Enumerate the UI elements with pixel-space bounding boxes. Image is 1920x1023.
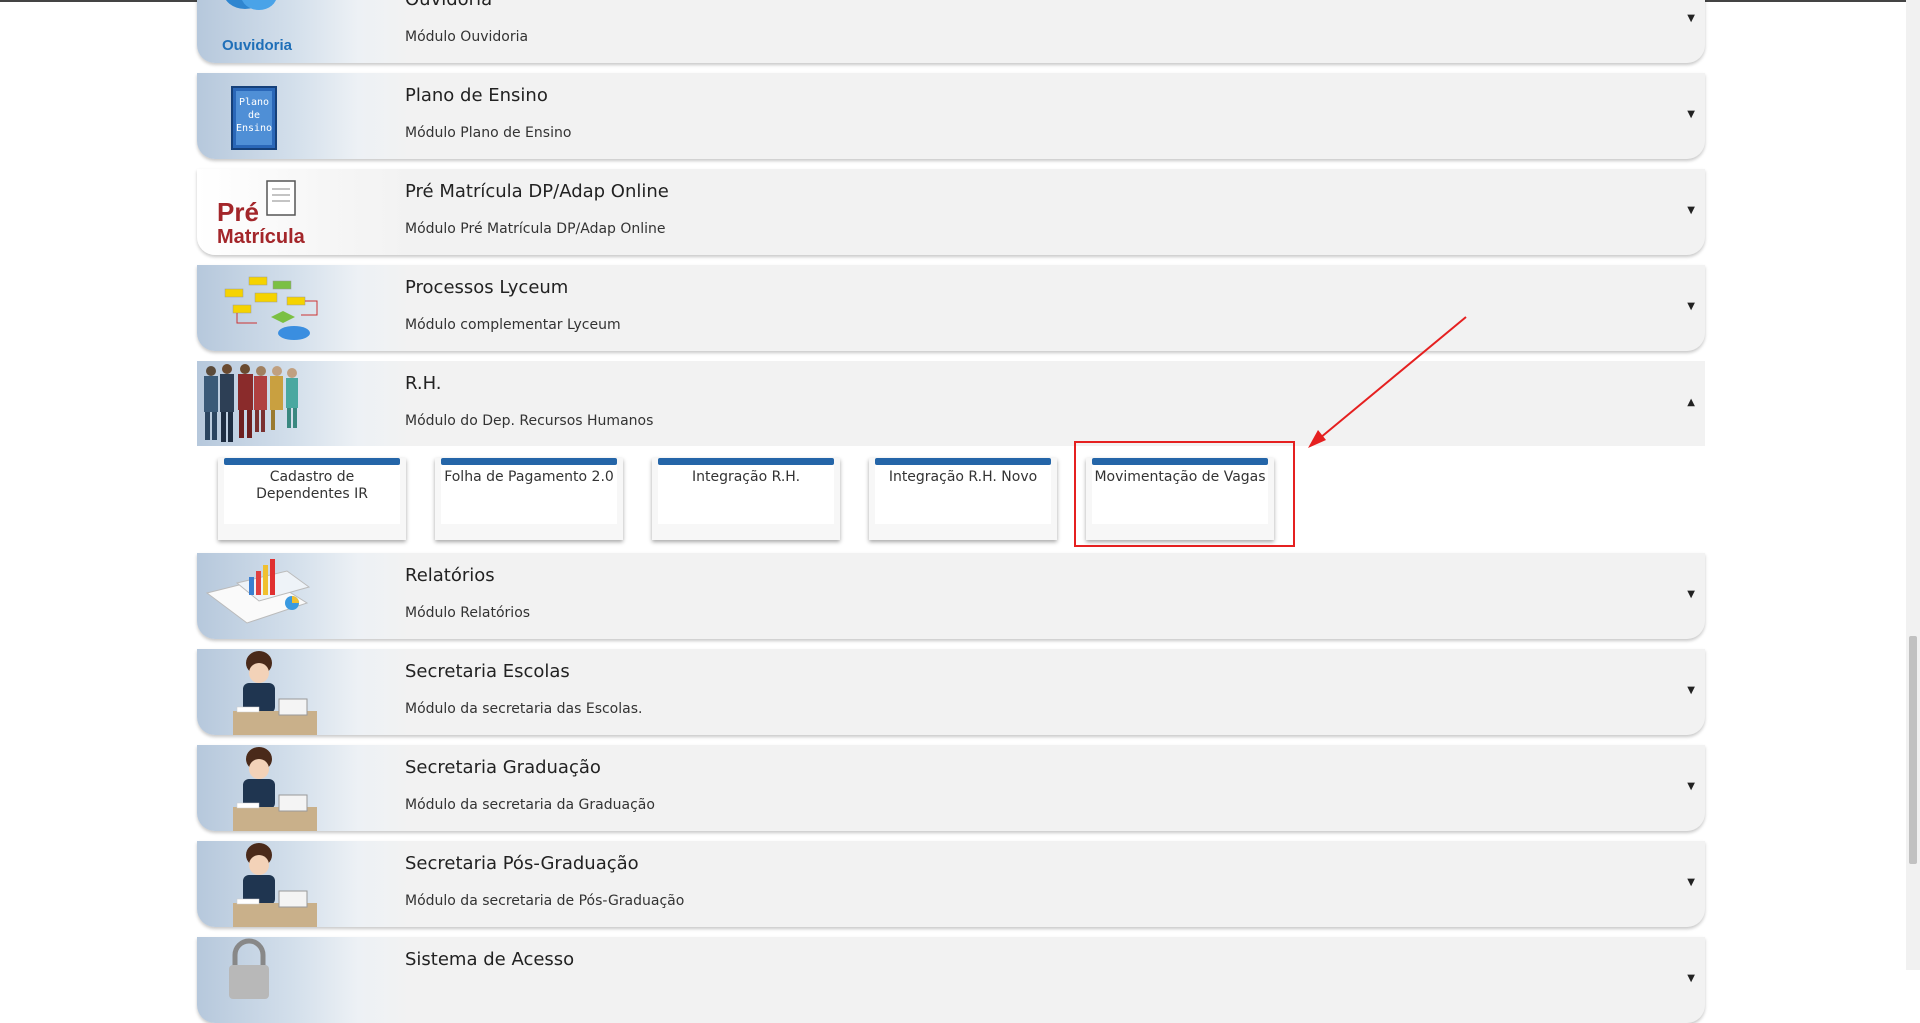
submodule-label: Integração R.H. Novo bbox=[888, 469, 1038, 485]
card-header-bar bbox=[875, 458, 1051, 465]
secretary-icon bbox=[197, 841, 412, 927]
svg-text:de: de bbox=[248, 110, 260, 121]
module-secretaria-escolas[interactable]: Secretaria Escolas Módulo da secretaria … bbox=[197, 649, 1705, 735]
module-title: Sistema de Acesso bbox=[405, 949, 575, 970]
module-description: Módulo Pré Matrícula DP/Adap Online bbox=[405, 221, 666, 237]
submodule-label: Cadastro de Dependentes IR bbox=[256, 469, 368, 502]
svg-text:Pré: Pré bbox=[217, 197, 259, 227]
ouvidoria-icon: Ouvidoria bbox=[197, 0, 412, 63]
rh-submodule-panel: Cadastro de Dependentes IR Folha de Paga… bbox=[197, 446, 1705, 552]
module-secretaria-graduacao[interactable]: Secretaria Graduação Módulo da secretari… bbox=[197, 745, 1705, 831]
people-icon bbox=[197, 361, 412, 447]
module-description: Módulo complementar Lyceum bbox=[405, 317, 621, 333]
submodule-card-integracao-rh[interactable]: Integração R.H. bbox=[652, 458, 840, 540]
module-rh[interactable]: R.H. Módulo do Dep. Recursos Humanos ▲ bbox=[197, 361, 1705, 447]
vertical-scrollbar[interactable] bbox=[1906, 0, 1920, 970]
chevron-down-icon[interactable]: ▼ bbox=[1687, 781, 1695, 792]
svg-text:Ensino: Ensino bbox=[236, 123, 272, 134]
module-description: Módulo da secretaria das Escolas. bbox=[405, 701, 643, 717]
module-relatorios[interactable]: Relatórios Módulo Relatórios ▼ bbox=[197, 553, 1705, 639]
reports-icon bbox=[197, 553, 412, 639]
chevron-down-icon[interactable]: ▼ bbox=[1687, 205, 1695, 216]
lock-icon bbox=[197, 937, 412, 1023]
scrollbar-thumb[interactable] bbox=[1909, 636, 1917, 864]
card-header-bar bbox=[441, 458, 617, 465]
module-secretaria-pos-graduacao[interactable]: Secretaria Pós-Graduação Módulo da secre… bbox=[197, 841, 1705, 927]
module-title: Secretaria Pós-Graduação bbox=[405, 853, 639, 874]
module-processos-lyceum[interactable]: Processos Lyceum Módulo complementar Lyc… bbox=[197, 265, 1705, 351]
submodule-card-folha-de-pagamento[interactable]: Folha de Pagamento 2.0 bbox=[435, 458, 623, 540]
secretary-icon bbox=[197, 745, 412, 831]
module-sistema-de-acesso[interactable]: Sistema de Acesso ▼ bbox=[197, 937, 1705, 1023]
module-description: Módulo Relatórios bbox=[405, 605, 531, 621]
chevron-down-icon[interactable]: ▼ bbox=[1687, 301, 1695, 312]
module-title: Relatórios bbox=[405, 565, 495, 586]
secretary-icon bbox=[197, 649, 412, 735]
chevron-down-icon[interactable]: ▼ bbox=[1687, 877, 1695, 888]
module-title: Ouvidoria bbox=[405, 0, 492, 10]
module-description: Módulo da secretaria da Graduação bbox=[405, 797, 655, 813]
chevron-down-icon[interactable]: ▼ bbox=[1687, 973, 1695, 984]
svg-text:Ouvidoria: Ouvidoria bbox=[222, 37, 293, 54]
chevron-down-icon[interactable]: ▼ bbox=[1687, 685, 1695, 696]
card-header-bar bbox=[658, 458, 834, 465]
card-header-bar bbox=[224, 458, 400, 465]
submodule-card-cadastro-dependentes-ir[interactable]: Cadastro de Dependentes IR bbox=[218, 458, 406, 540]
chevron-down-icon[interactable]: ▼ bbox=[1687, 109, 1695, 120]
module-pre-matricula[interactable]: Pré Matrícula Pré Matrícula DP/Adap Onli… bbox=[197, 169, 1705, 255]
module-description: Módulo Ouvidoria bbox=[405, 29, 529, 45]
module-title: Processos Lyceum bbox=[405, 277, 569, 298]
module-title: R.H. bbox=[405, 373, 442, 394]
module-plano-de-ensino[interactable]: Plano de Ensino Plano de Ensino Módulo P… bbox=[197, 73, 1705, 159]
module-description: Módulo da secretaria de Pós-Graduação bbox=[405, 893, 685, 909]
submodule-label: Integração R.H. bbox=[691, 469, 801, 485]
chevron-up-icon[interactable]: ▲ bbox=[1687, 397, 1695, 408]
flowchart-icon bbox=[197, 265, 412, 351]
chevron-down-icon[interactable]: ▼ bbox=[1687, 13, 1695, 24]
module-title: Secretaria Escolas bbox=[405, 661, 570, 682]
module-title: Plano de Ensino bbox=[405, 85, 548, 106]
plano-de-ensino-icon: Plano de Ensino bbox=[197, 73, 412, 159]
svg-text:Plano: Plano bbox=[239, 97, 269, 108]
svg-text:Matrícula: Matrícula bbox=[217, 226, 306, 248]
module-ouvidoria[interactable]: Ouvidoria Ouvidoria Módulo Ouvidoria ▼ bbox=[197, 0, 1705, 63]
module-title: Secretaria Graduação bbox=[405, 757, 601, 778]
module-description: Módulo do Dep. Recursos Humanos bbox=[405, 413, 654, 429]
pre-matricula-icon: Pré Matrícula bbox=[197, 169, 412, 255]
submodule-card-integracao-rh-novo[interactable]: Integração R.H. Novo bbox=[869, 458, 1057, 540]
submodule-label: Folha de Pagamento 2.0 bbox=[444, 469, 614, 485]
module-title: Pré Matrícula DP/Adap Online bbox=[405, 181, 669, 202]
highlight-box bbox=[1074, 441, 1295, 547]
chevron-down-icon[interactable]: ▼ bbox=[1687, 589, 1695, 600]
module-description: Módulo Plano de Ensino bbox=[405, 125, 572, 141]
